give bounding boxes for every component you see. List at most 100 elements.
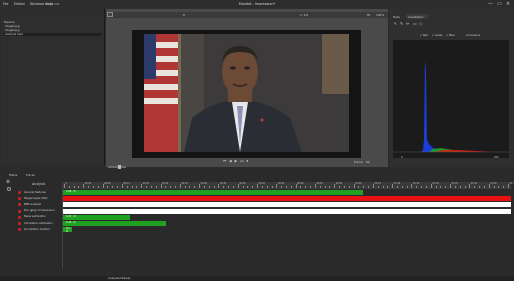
ruler-minor-tick xyxy=(339,186,341,188)
analysis-bar[interactable]: 0.26 · N xyxy=(63,221,167,226)
ruler-minor-tick xyxy=(358,186,360,188)
ruler-minor-tick xyxy=(232,186,234,188)
circle-icon[interactable]: ○ xyxy=(419,21,423,26)
analysis-bar[interactable] xyxy=(63,208,511,214)
skip-start-icon[interactable]: ⏮ xyxy=(223,159,227,163)
explorer-item[interactable]: image1.jpg xyxy=(3,25,101,28)
check-red[interactable]: ✔ Red xyxy=(420,34,428,37)
tab-data[interactable]: Data xyxy=(393,15,400,19)
zoom-slider[interactable] xyxy=(108,166,126,168)
pen-icon[interactable]: ✎ xyxy=(400,21,403,26)
pointer-icon[interactable]: ↖ xyxy=(394,21,397,26)
ruler-minor-tick xyxy=(107,186,109,188)
analysis-row-label[interactable]: Steganalysis (flat) xyxy=(24,197,48,200)
fit-button[interactable]: Fit xyxy=(367,13,370,17)
analysis-bar[interactable]: 0.25 · N xyxy=(63,214,131,220)
ruler-minor-tick xyxy=(445,186,447,188)
ruler-minor-tick xyxy=(459,186,461,188)
viewer-zoom-label: 8 xyxy=(183,13,185,17)
ruler-minor-tick xyxy=(73,186,75,188)
add-analysis-icon[interactable] xyxy=(7,187,11,191)
ruler-tick-label: 00:56 xyxy=(335,182,343,185)
analysis-row-label[interactable]: Noise estimation xyxy=(24,215,46,218)
close-button[interactable]: × xyxy=(506,1,510,7)
maximize-button[interactable]: ▭ xyxy=(497,1,502,7)
ruler-tick-label: 01:32 xyxy=(509,182,514,185)
rect-icon[interactable]: ▭ xyxy=(413,21,417,26)
ruler-tick-label: 00:08 xyxy=(104,182,111,185)
ruler-minor-tick xyxy=(97,186,99,188)
tab-tracks[interactable]: Tracks xyxy=(26,173,35,177)
ruler-minor-tick xyxy=(493,186,495,188)
row-status-dot[interactable] xyxy=(18,215,21,219)
ruler-minor-tick xyxy=(382,186,384,188)
ruler-minor-tick xyxy=(247,186,249,188)
ruler-minor-tick xyxy=(88,186,90,188)
ruler-tick-label: 00:40 xyxy=(258,182,265,185)
zoom-slider-handle[interactable] xyxy=(118,165,121,169)
ruler-minor-tick xyxy=(146,186,148,188)
ruler-minor-tick xyxy=(498,186,500,188)
analysis-bar[interactable]: 2% · N xyxy=(63,227,72,233)
ruler-minor-tick xyxy=(203,186,205,188)
ruler-minor-tick xyxy=(363,186,365,188)
ruler-minor-tick xyxy=(416,186,418,188)
ruler-minor-tick xyxy=(300,186,302,188)
analysis-row-label[interactable]: BMS analysis xyxy=(24,203,41,206)
row-status-dot[interactable] xyxy=(18,209,21,213)
ruler-minor-tick xyxy=(155,186,157,188)
ruler-minor-tick xyxy=(228,186,230,188)
analysis-row-label[interactable]: Correlation estimation xyxy=(24,222,53,225)
ruler-minor-tick xyxy=(68,186,70,188)
pencil-icon[interactable]: ✏ xyxy=(406,21,409,26)
check-luminance[interactable]: Luminance xyxy=(466,34,480,37)
viewer-toolbar xyxy=(106,12,388,18)
viewer-menu-icon[interactable] xyxy=(107,12,113,17)
analysis-bar[interactable] xyxy=(63,196,511,202)
ruler-minor-tick xyxy=(117,186,119,188)
gear-icon[interactable]: ⚙ xyxy=(6,180,10,185)
explorer-section[interactable]: Explorer xyxy=(4,21,15,24)
minimize-button[interactable]: — xyxy=(488,1,493,7)
step-back-icon[interactable]: ◀ xyxy=(229,159,233,163)
zoom-percent[interactable]: 100% xyxy=(376,13,384,17)
ruler-tick-label: 00:52 xyxy=(316,182,323,185)
row-status-dot[interactable] xyxy=(18,191,21,194)
analysis-bar[interactable] xyxy=(63,202,511,208)
tab-annotation[interactable]: Annotation xyxy=(408,15,423,19)
explorer-item-selected[interactable]: example.mp4 xyxy=(3,33,101,36)
stop-icon[interactable]: ⏹ xyxy=(246,159,249,163)
ruler-minor-tick xyxy=(397,186,398,188)
play-icon[interactable]: ▶ xyxy=(235,159,239,163)
check-green[interactable]: ✔ Green xyxy=(432,34,443,37)
video-image xyxy=(144,34,349,152)
ruler-minor-tick xyxy=(343,186,345,188)
ruler-minor-tick xyxy=(242,186,244,188)
frame-value[interactable]: 80 xyxy=(366,160,370,164)
analysis-row-label[interactable]: JS mutation method xyxy=(24,228,50,231)
skip-end-icon[interactable]: ⏭ xyxy=(240,159,244,163)
analysis-bar[interactable]: 0.68 · N xyxy=(63,190,364,195)
ruler-tick-label: 00:16 xyxy=(142,182,150,185)
ruler-minor-tick xyxy=(348,186,350,188)
ruler-minor-tick xyxy=(189,186,191,188)
analysis-row-label[interactable]: ELA (Jpeg compression) xyxy=(24,209,55,212)
ruler-minor-tick xyxy=(184,186,186,188)
analysis-bar-value: 0.26 · N xyxy=(66,221,76,224)
check-blue[interactable]: ✔ Blue xyxy=(446,34,455,37)
ruler-minor-tick xyxy=(503,186,505,188)
tab-filters[interactable]: Filters xyxy=(9,173,17,177)
row-status-dot[interactable] xyxy=(18,222,21,225)
explorer-item[interactable]: image2.jpg xyxy=(3,29,101,32)
transport-controls: ⏮ ◀ ▶ ⏭ ⏹ xyxy=(216,159,256,164)
analysis-row-label[interactable]: General features xyxy=(24,191,46,194)
ruler-minor-tick xyxy=(150,186,152,188)
ruler-minor-tick xyxy=(165,186,167,188)
ruler-minor-tick xyxy=(194,186,196,188)
ruler-minor-tick xyxy=(421,186,423,188)
ruler-minor-tick xyxy=(126,186,128,188)
ruler-tick-label: 01:12 xyxy=(412,182,420,185)
ruler-tick-label: 00:44 xyxy=(277,182,285,185)
ruler-tick-label: 01:08 xyxy=(393,182,400,185)
hist-max-label: 255 xyxy=(494,156,499,159)
